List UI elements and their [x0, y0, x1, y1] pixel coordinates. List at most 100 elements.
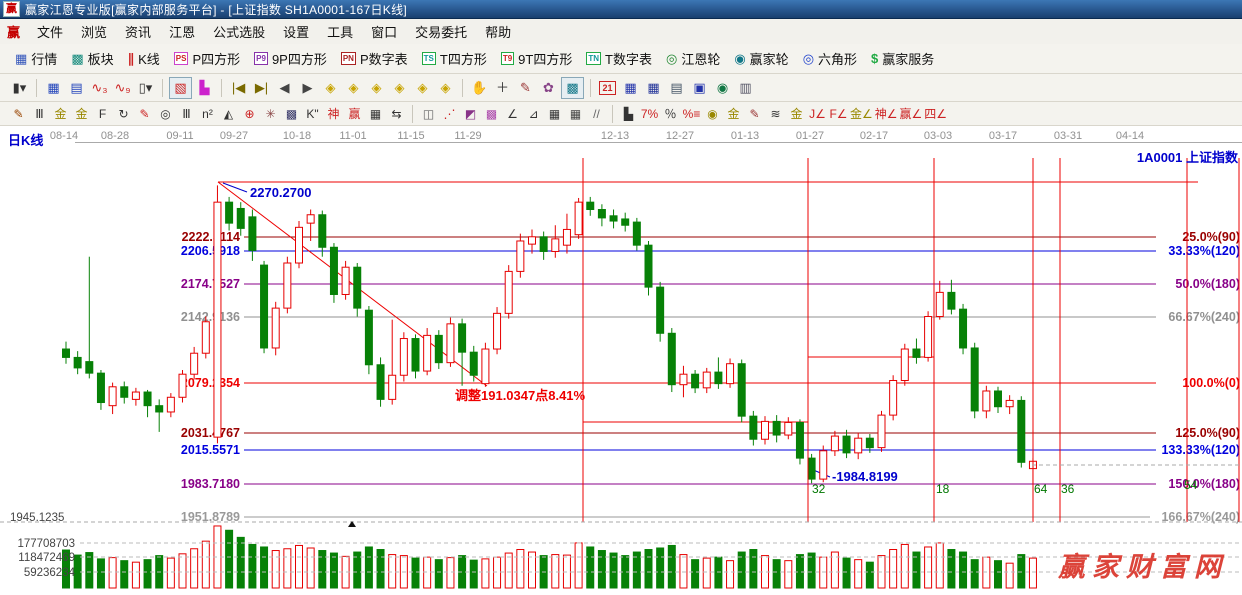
- gold-circle-icon[interactable]: ◉: [703, 105, 722, 122]
- diamond-expand-icon[interactable]: ◈: [366, 78, 387, 98]
- candle-body: [563, 229, 570, 245]
- f-comb-icon[interactable]: F: [93, 105, 112, 122]
- toolbar-button-p-number-table[interactable]: PNP数字表: [337, 47, 412, 70]
- comb-grid-icon[interactable]: Ⅲ: [30, 105, 49, 122]
- ying-angle-icon[interactable]: 赢∠: [900, 105, 923, 122]
- pct-box-icon[interactable]: 7%: [640, 105, 659, 122]
- save-icon[interactable]: ▣: [689, 78, 710, 98]
- gold-angle-icon[interactable]: 金∠: [850, 105, 873, 122]
- j-angle-icon[interactable]: J∠: [808, 105, 827, 122]
- check-line-icon[interactable]: ⊿: [524, 105, 543, 122]
- toolbar-button-kline[interactable]: ∥K线: [124, 47, 164, 70]
- si-angle-icon[interactable]: 四∠: [924, 105, 947, 122]
- diamond-zoomout-icon[interactable]: ◈: [435, 78, 456, 98]
- notepad-icon[interactable]: ▤: [666, 78, 687, 98]
- next-bar-icon[interactable]: ▶: [297, 78, 318, 98]
- angle-ruler-icon[interactable]: ◭: [219, 105, 238, 122]
- menu-item-工具[interactable]: 工具: [318, 19, 362, 44]
- toolbar-button-sectors[interactable]: ▩板块: [67, 47, 117, 70]
- menu-item-窗口[interactable]: 窗口: [362, 19, 406, 44]
- menu-item-浏览[interactable]: 浏览: [72, 19, 116, 44]
- shen-angle-icon[interactable]: 神∠: [875, 105, 898, 122]
- skip-end-icon[interactable]: ▶|: [251, 78, 272, 98]
- gold-comb1-icon[interactable]: 金: [51, 105, 70, 122]
- hatch-icon[interactable]: //: [587, 105, 606, 122]
- percent-line-icon[interactable]: %≡: [682, 105, 701, 122]
- k-quote-icon[interactable]: K": [303, 105, 322, 122]
- draw-line-icon[interactable]: ✎: [515, 78, 536, 98]
- toolbar-button-p-square[interactable]: PSP四方形: [170, 47, 244, 70]
- histogram-icon[interactable]: ▙: [194, 78, 215, 98]
- pattern-select-icon[interactable]: ▧: [169, 77, 192, 99]
- box-tool-icon[interactable]: ◫: [419, 105, 438, 122]
- wave3-icon[interactable]: ∿₃: [89, 78, 110, 98]
- menu-item-资讯[interactable]: 资讯: [116, 19, 160, 44]
- menu-item-交易委托[interactable]: 交易委托: [406, 19, 476, 44]
- target-cross-icon[interactable]: ⊕: [240, 105, 259, 122]
- pan-hand-icon[interactable]: ✋: [469, 78, 490, 98]
- red-knife-icon[interactable]: ✎: [135, 105, 154, 122]
- zigzag-chart-icon[interactable]: ▦: [43, 78, 64, 98]
- dense-grid1-icon[interactable]: ▦: [545, 105, 564, 122]
- angle-line-icon[interactable]: ∠: [503, 105, 522, 122]
- toolbar-button-winner-wheel[interactable]: ◉赢家轮: [730, 47, 792, 70]
- toolbar-button-quotes[interactable]: ▦行情: [11, 47, 61, 70]
- toolbar-button-gann-wheel[interactable]: ◎江恩轮: [662, 47, 724, 70]
- diamond-zoomin-icon[interactable]: ◈: [412, 78, 433, 98]
- menu-item-公式选股[interactable]: 公式选股: [204, 19, 274, 44]
- calendar-icon[interactable]: 21: [597, 78, 618, 98]
- toolbar-button-9t-square[interactable]: T99T四方形: [497, 47, 577, 70]
- red-fan-icon[interactable]: ⋰: [440, 105, 459, 122]
- toolbar-button-hexagon[interactable]: ◎六角形: [799, 47, 861, 70]
- toolbar-button-t-number-table[interactable]: TNT数字表: [582, 47, 656, 70]
- shen-comb-icon[interactable]: 神: [324, 105, 343, 122]
- gold-comb2-icon[interactable]: 金: [72, 105, 91, 122]
- toolbar-button-t-square[interactable]: TST四方形: [418, 47, 491, 70]
- n-square-icon[interactable]: n²: [198, 105, 217, 122]
- diamond-compress-icon[interactable]: ◈: [389, 78, 410, 98]
- gann-net-icon[interactable]: ▩: [561, 77, 584, 99]
- wave-box-icon[interactable]: ≋: [766, 105, 785, 122]
- candle-body: [575, 202, 582, 235]
- gold-line-icon[interactable]: 金: [724, 105, 743, 122]
- menu-item-文件[interactable]: 文件: [28, 19, 72, 44]
- diamond-left-icon[interactable]: ◈: [320, 78, 341, 98]
- f-angle-icon[interactable]: F∠: [829, 105, 848, 122]
- square-net-icon[interactable]: ▩: [282, 105, 301, 122]
- ornament-tool-icon[interactable]: ✿: [538, 78, 559, 98]
- data-table-icon[interactable]: ▦: [643, 78, 664, 98]
- fan-square-icon[interactable]: ◩: [461, 105, 480, 122]
- bars-tool-icon[interactable]: ▙: [619, 105, 638, 122]
- span-arrows-icon[interactable]: ⇆: [387, 105, 406, 122]
- toolbar-button-9p-square[interactable]: P99P四方形: [250, 47, 331, 70]
- menu-item-帮助[interactable]: 帮助: [476, 19, 520, 44]
- crosshair-icon[interactable]: ＋: [492, 78, 513, 98]
- dense-grid2-icon[interactable]: ▦: [566, 105, 585, 122]
- ying-comb-icon[interactable]: 赢: [345, 105, 364, 122]
- export-globe-icon[interactable]: ◉: [712, 78, 733, 98]
- menu-item-设置[interactable]: 设置: [274, 19, 318, 44]
- percent-icon[interactable]: ％: [661, 105, 680, 122]
- skip-start-icon[interactable]: |◀: [228, 78, 249, 98]
- spiral-icon[interactable]: ↻: [114, 105, 133, 122]
- grid123-icon[interactable]: ▦: [366, 105, 385, 122]
- calculator-icon[interactable]: ▦: [620, 78, 641, 98]
- circle-comb-icon[interactable]: ◎: [156, 105, 175, 122]
- comb2-icon[interactable]: Ⅲ: [177, 105, 196, 122]
- flower-grid-icon[interactable]: ✳: [261, 105, 280, 122]
- color-grid-icon[interactable]: ▩: [482, 105, 501, 122]
- knife-tool-icon[interactable]: ✎: [9, 105, 28, 122]
- candle-style-icon[interactable]: ▯▾: [135, 78, 156, 98]
- diamond-right-icon[interactable]: ◈: [343, 78, 364, 98]
- candle-body: [983, 391, 990, 411]
- period-selector-icon[interactable]: ▮▾: [9, 78, 30, 98]
- wave9-icon[interactable]: ∿₉: [112, 78, 133, 98]
- print-icon[interactable]: ▥: [735, 78, 756, 98]
- report-icon[interactable]: ▤: [66, 78, 87, 98]
- pen-bars-icon[interactable]: ✎: [745, 105, 764, 122]
- menu-item-江恩[interactable]: 江恩: [160, 19, 204, 44]
- gold2-line-icon[interactable]: 金: [787, 105, 806, 122]
- toolbar-button-winner-service[interactable]: $赢家服务: [867, 47, 938, 70]
- prev-bar-icon[interactable]: ◀: [274, 78, 295, 98]
- chart-area[interactable]: 日K线 1A0001 上证指数 08-1408-2809-1109-2710-1…: [0, 126, 1242, 590]
